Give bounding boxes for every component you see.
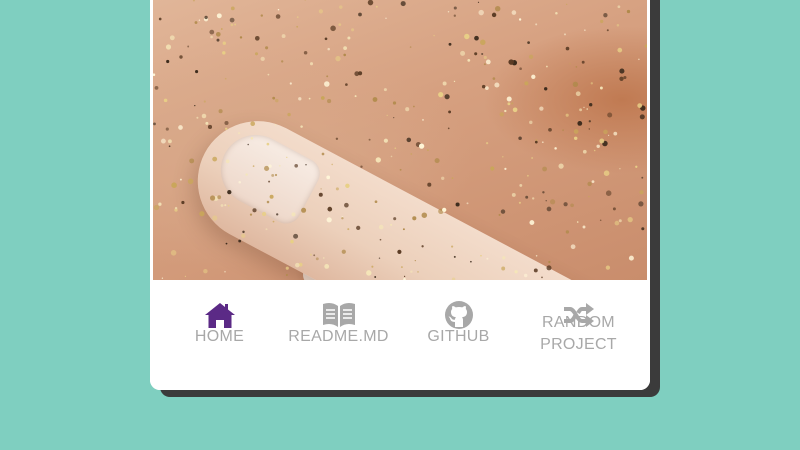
nav-item-home[interactable]: HOME — [157, 280, 282, 390]
nav-item-github[interactable]: GITHUB — [396, 280, 521, 390]
project-card: HOME README.MD GITHUB RANDOM PROJECT — [150, 0, 650, 390]
nav-label-github: GITHUB — [427, 328, 490, 345]
nav-label-home: HOME — [194, 328, 245, 345]
nav-label-random: RANDOM — [542, 314, 615, 331]
nav-item-random-project[interactable]: RANDOM PROJECT — [516, 280, 641, 390]
nav-label-readme: README.MD — [288, 328, 389, 345]
hero-image — [153, 0, 647, 280]
bottom-nav: HOME README.MD GITHUB RANDOM PROJECT — [150, 280, 650, 390]
nav-item-readme[interactable]: README.MD — [276, 280, 401, 390]
nav-label-project: PROJECT — [540, 336, 617, 353]
glitter-overlay — [153, 0, 647, 280]
nav-label-random-project: RANDOM PROJECT — [516, 312, 641, 356]
